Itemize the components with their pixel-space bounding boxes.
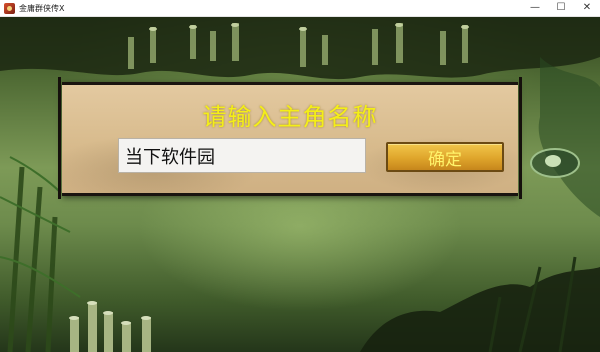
- app-icon: [4, 2, 15, 14]
- dialog-left-post: [58, 77, 61, 199]
- window-title: 金庸群侠传X: [19, 3, 65, 13]
- minimize-button[interactable]: —: [522, 0, 548, 16]
- dialog-title: 请输入主角名称: [202, 103, 378, 131]
- confirm-button[interactable]: 确定: [386, 142, 504, 172]
- name-entry-dialog: 请输入主角名称 确定: [58, 77, 522, 199]
- game-window: 金庸群侠传X — ☐ ✕ 请输入主角名称 当下软件园 确定: [0, 0, 600, 352]
- close-button[interactable]: ✕: [574, 0, 600, 16]
- hero-name-input[interactable]: [118, 138, 366, 173]
- title-bar: 金庸群侠传X — ☐ ✕: [0, 0, 600, 17]
- ring-center: [545, 155, 561, 167]
- dialog-right-post: [519, 77, 522, 199]
- maximize-button[interactable]: ☐: [548, 0, 574, 16]
- window-controls: — ☐ ✕: [522, 0, 600, 16]
